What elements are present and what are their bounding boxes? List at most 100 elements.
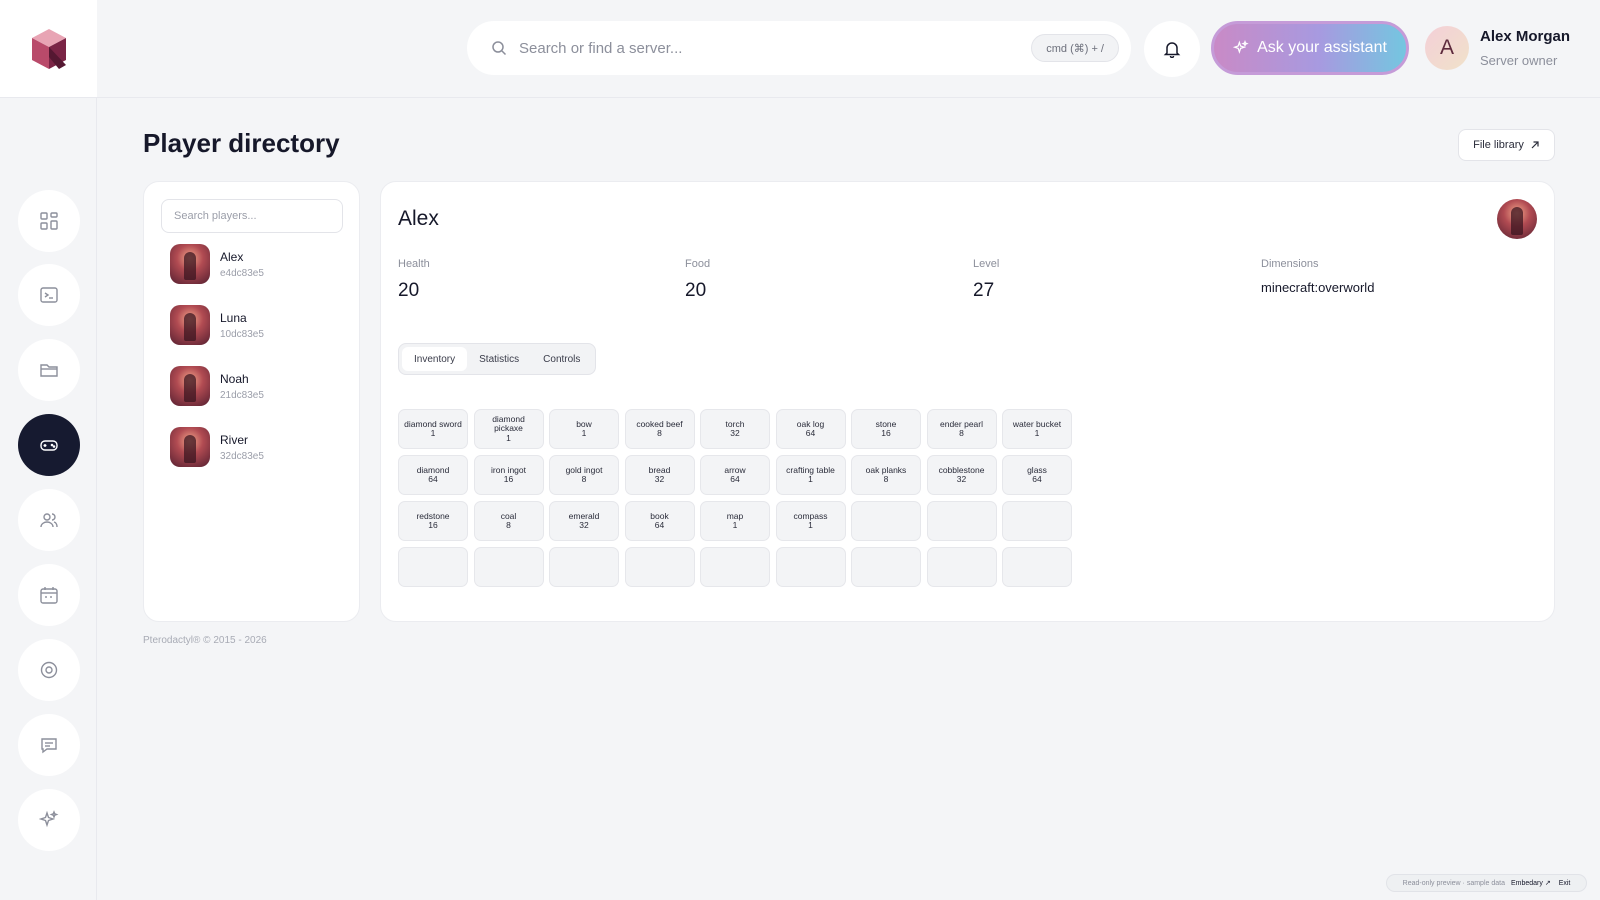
slot-item-count: 64 bbox=[730, 474, 740, 484]
player-list-panel: Search players... Alex e4dc83e5 Luna 10dc83… bbox=[143, 181, 360, 622]
stat-health: Health 20 bbox=[398, 258, 430, 302]
slot-item-count: 1 bbox=[1034, 428, 1040, 438]
player-id: 32dc83e5 bbox=[220, 450, 264, 462]
stat-food: Food 20 bbox=[685, 258, 710, 302]
inventory-slot[interactable]: torch 32 bbox=[700, 409, 770, 449]
inventory-slot[interactable]: coal 8 bbox=[473, 501, 544, 541]
nav-console[interactable] bbox=[18, 264, 80, 326]
tab-statistics[interactable]: Statistics bbox=[467, 347, 531, 371]
inventory-slot[interactable] bbox=[473, 547, 544, 587]
inventory-slot[interactable]: compass 1 bbox=[775, 501, 846, 541]
search-input[interactable]: Search or find a server... bbox=[519, 40, 1031, 57]
user-name: Alex Morgan bbox=[1480, 28, 1571, 45]
inventory-slot[interactable]: bow 1 bbox=[549, 409, 619, 449]
slot-item-count: 8 bbox=[581, 474, 587, 484]
player-list-item[interactable]: Noah 21dc83e5 bbox=[170, 366, 264, 406]
inventory-slot[interactable]: diamond sword 1 bbox=[398, 409, 468, 449]
file-library-label: File library bbox=[1473, 139, 1524, 151]
logo[interactable] bbox=[0, 0, 97, 98]
preview-banner: Read-only preview · sample data Embedary… bbox=[1386, 874, 1587, 892]
dashboard-icon bbox=[40, 212, 58, 230]
inventory-slot[interactable] bbox=[1002, 501, 1072, 541]
inventory-slot[interactable] bbox=[398, 547, 468, 587]
inventory-slot[interactable]: oak planks 8 bbox=[851, 455, 921, 495]
slot-item-count: 16 bbox=[503, 474, 514, 484]
embedary-link[interactable]: Embedary ↗ bbox=[1511, 879, 1551, 887]
slot-item-count: 1 bbox=[808, 520, 813, 530]
inventory-slot[interactable]: crafting table 1 bbox=[775, 455, 846, 495]
player-list-item[interactable]: Luna 10dc83e5 bbox=[170, 305, 264, 345]
inventory-slot[interactable]: map 1 bbox=[700, 501, 770, 541]
slot-item-count: 8 bbox=[883, 474, 889, 484]
inventory-slot[interactable] bbox=[926, 547, 997, 587]
inventory-slot[interactable]: bread 32 bbox=[624, 455, 695, 495]
player-id: 21dc83e5 bbox=[220, 389, 264, 401]
slot-item-count: 1 bbox=[808, 474, 813, 484]
nav-files[interactable] bbox=[18, 339, 80, 401]
inventory-slot[interactable]: glass 64 bbox=[1002, 455, 1072, 495]
inventory-slot[interactable]: stone 16 bbox=[851, 409, 921, 449]
player-search-input[interactable]: Search players... bbox=[161, 199, 343, 233]
inventory-grid: diamond sword 1 diamond pickaxe 1 bow 1 cooked… bbox=[398, 409, 1072, 587]
inventory-slot[interactable]: ender pearl 8 bbox=[926, 409, 997, 449]
slot-item-count: 16 bbox=[881, 428, 891, 438]
gamepad-icon bbox=[40, 440, 58, 451]
preview-text: Read-only preview · sample data bbox=[1402, 879, 1505, 887]
slot-item-count: 1 bbox=[506, 432, 511, 443]
inventory-slot[interactable]: diamond 64 bbox=[398, 455, 468, 495]
inventory-slot[interactable]: emerald 32 bbox=[549, 501, 619, 541]
inventory-slot[interactable] bbox=[624, 547, 695, 587]
server-search[interactable]: Search or find a server... cmd (⌘) + / bbox=[467, 21, 1131, 75]
player-list-item[interactable]: River 32dc83e5 bbox=[170, 427, 264, 467]
nav-schedules[interactable] bbox=[18, 564, 80, 626]
player-avatar bbox=[170, 244, 210, 284]
inventory-slot[interactable]: book 64 bbox=[624, 501, 695, 541]
tab-inventory[interactable]: Inventory bbox=[402, 347, 468, 371]
user-avatar[interactable]: A bbox=[1425, 26, 1469, 70]
inventory-slot[interactable] bbox=[1002, 547, 1072, 587]
nav-settings[interactable] bbox=[18, 639, 80, 701]
player-name: Alex bbox=[220, 249, 244, 264]
inventory-slot[interactable]: arrow 64 bbox=[700, 455, 770, 495]
slot-item-count: 64 bbox=[805, 428, 816, 438]
nav-assistant[interactable] bbox=[18, 789, 80, 851]
inventory-slot[interactable]: cobblestone 32 bbox=[926, 455, 997, 495]
assistant-label: Ask your assistant bbox=[1257, 39, 1387, 56]
player-name: Noah bbox=[220, 371, 249, 386]
inventory-slot[interactable]: redstone 16 bbox=[398, 501, 468, 541]
slot-item-name: diamond pickaxe bbox=[492, 413, 525, 434]
stat-value: 20 bbox=[398, 280, 420, 301]
player-avatar bbox=[170, 427, 210, 467]
inventory-slot[interactable] bbox=[851, 547, 921, 587]
inventory-slot[interactable]: iron ingot 16 bbox=[473, 455, 544, 495]
folder-icon bbox=[40, 364, 58, 377]
page-title: Player directory bbox=[143, 128, 340, 158]
inventory-slot[interactable]: diamond pickaxe 1 bbox=[473, 409, 544, 449]
nav-messages[interactable] bbox=[18, 714, 80, 776]
file-library-button[interactable]: File library bbox=[1458, 129, 1555, 161]
ask-assistant-button[interactable]: Ask your assistant bbox=[1211, 21, 1409, 75]
inventory-slot[interactable] bbox=[549, 547, 619, 587]
tab-controls[interactable]: Controls bbox=[531, 347, 592, 371]
inventory-slot[interactable] bbox=[851, 501, 921, 541]
detail-tabs: Inventory Statistics Controls bbox=[398, 343, 597, 375]
inventory-slot[interactable] bbox=[775, 547, 846, 587]
inventory-slot[interactable] bbox=[926, 501, 997, 541]
stat-value: 27 bbox=[973, 280, 995, 301]
notifications-button[interactable] bbox=[1144, 21, 1200, 77]
slot-item-count: 64 bbox=[428, 474, 438, 484]
inventory-slot[interactable]: oak log 64 bbox=[775, 409, 846, 449]
exit-preview-button[interactable]: Exit bbox=[1559, 880, 1571, 887]
nav-players[interactable] bbox=[18, 414, 80, 476]
inventory-slot[interactable]: water bucket 1 bbox=[1002, 409, 1072, 449]
player-info: Luna 10dc83e5 bbox=[220, 311, 264, 340]
nav-dashboard[interactable] bbox=[18, 190, 80, 252]
inventory-slot[interactable] bbox=[700, 547, 770, 587]
slot-item-count: 8 bbox=[506, 520, 511, 530]
player-list-item[interactable]: Alex e4dc83e5 bbox=[170, 244, 264, 284]
inventory-slot[interactable]: cooked beef 8 bbox=[624, 409, 695, 449]
bell-icon bbox=[1163, 42, 1181, 58]
stat-label: Food bbox=[685, 258, 711, 270]
inventory-slot[interactable]: gold ingot 8 bbox=[549, 455, 619, 495]
nav-users[interactable] bbox=[18, 489, 80, 551]
